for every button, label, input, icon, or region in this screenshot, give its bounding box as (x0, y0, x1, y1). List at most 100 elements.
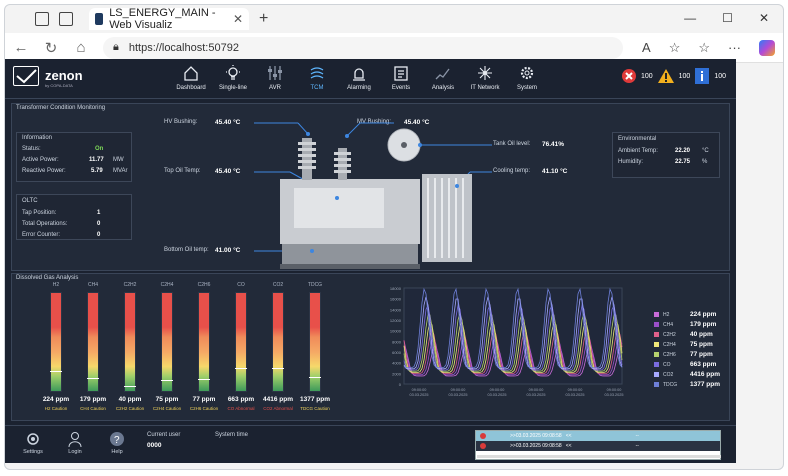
new-tab-button[interactable]: + (259, 10, 268, 28)
alarm-summary: 100 100 100 (621, 68, 726, 84)
legend-label: TDCG (663, 382, 678, 388)
menu-label: IT Network (470, 85, 500, 91)
reload-icon[interactable]: ↻ (43, 39, 59, 57)
gas-status: CO Abnormal (227, 406, 255, 411)
hv-bushing-value: 45.40 °C (215, 119, 241, 126)
alarm-flag: << (565, 433, 572, 439)
legend-value: 77 ppm (690, 351, 713, 358)
legend-swatch (654, 362, 659, 368)
menu-item-events[interactable]: Events (380, 62, 422, 91)
alarm-row[interactable]: >>03.03.2025 09:08:58 << -- (476, 441, 720, 451)
minimize-icon[interactable]: — (684, 11, 696, 25)
legend-item: H2 (654, 312, 669, 318)
settings-button[interactable]: Settings (15, 431, 51, 455)
ambient-temp-label: Ambient Temp: (618, 148, 658, 154)
legend-swatch (654, 342, 659, 348)
more-icon[interactable]: ··· (728, 40, 741, 55)
home-icon[interactable]: ⌂ (73, 39, 89, 56)
x-tick-label: 09:00:00 (568, 388, 583, 392)
gas-name: CO2 (272, 282, 284, 288)
menu-item-single-line[interactable]: Single-line (212, 62, 254, 91)
legend-value: 40 ppm (690, 331, 713, 338)
top-oil-label: Top Oil Temp: (164, 168, 201, 174)
menu-item-tcm[interactable]: TCM (296, 62, 338, 91)
menu-label: TCM (310, 85, 324, 91)
browser-tab[interactable]: LS_ENERGY_MAIN - Web Visualiz ✕ (89, 7, 249, 31)
legend-swatch (654, 312, 659, 318)
legend-label: CO2 (663, 372, 674, 378)
login-label: Login (68, 449, 82, 455)
gear-icon (520, 66, 534, 80)
menu-item-analysis[interactable]: Analysis (422, 62, 464, 91)
legend-label: H2 (663, 312, 670, 318)
alarm-flag: << (565, 443, 572, 449)
menu-item-avr[interactable]: AVR (254, 62, 296, 91)
close-window-icon[interactable]: ✕ (759, 11, 769, 25)
humidity-label: Humidity: (618, 159, 644, 165)
menu-item-it-network[interactable]: IT Network (464, 62, 506, 91)
y-tick-label: 0 (399, 382, 402, 387)
app-header: zenon by COPA-DATA Dashboard Single-line A… (5, 59, 736, 99)
read-aloud-icon[interactable]: A (642, 40, 651, 55)
gas-value: 75 ppm (155, 396, 179, 403)
gas-level-marker (161, 380, 173, 381)
tcm-title: Transformer Condition Monitoring (16, 105, 106, 111)
total-operations-value: 0 (97, 221, 101, 227)
menu-item-alarming[interactable]: Alarming (338, 62, 380, 91)
current-user-value: 0000 (147, 442, 162, 449)
transformer-diagram (254, 122, 492, 269)
error-icon[interactable] (621, 69, 636, 83)
tab-title: LS_ENERGY_MAIN - Web Visualiz (109, 7, 216, 31)
analysis-icon (435, 68, 450, 80)
legend-item: C2H6 (654, 352, 676, 358)
tap-position-label: Tap Position: (22, 210, 57, 216)
gas-value: 40 ppm (118, 396, 142, 403)
gas-name: C2H6 (197, 282, 211, 288)
gas-level-bar (235, 292, 247, 392)
url-field[interactable]: 🔒︎ https://localhost:50792 (103, 36, 623, 59)
menu-label: System (516, 85, 537, 91)
current-user-label: Current user (147, 432, 181, 438)
transformer-icon (310, 67, 324, 79)
gas-name: TDCG (307, 282, 323, 288)
warning-icon[interactable] (657, 69, 674, 83)
y-tick-label: 6000 (392, 350, 402, 355)
information-title: Information (22, 135, 53, 141)
copilot-icon[interactable] (759, 39, 775, 56)
favicon-icon (95, 13, 104, 25)
close-tab-icon[interactable]: ✕ (233, 12, 243, 26)
settings-label: Settings (23, 449, 43, 455)
menu-item-system[interactable]: System (506, 62, 548, 91)
tcm-panel: Transformer Condition Monitoring Informa… (11, 103, 730, 271)
y-tick-label: 4000 (392, 361, 402, 366)
cooling-temp-value: 41.10 °C (542, 168, 568, 175)
humidity-value: 22.75 (675, 159, 691, 165)
login-button[interactable]: Login (57, 431, 93, 455)
favorites-bar-icon[interactable]: ☆ (698, 40, 710, 56)
gas-level-bar (124, 292, 136, 392)
info-count: 100 (714, 72, 726, 80)
network-icon (478, 66, 492, 80)
favorite-icon[interactable]: ☆ (669, 40, 681, 56)
back-icon[interactable]: ← (13, 39, 29, 56)
status-value: On (95, 146, 104, 152)
menu-item-dashboard[interactable]: Dashboard (170, 62, 212, 91)
legend-item: C2H2 (654, 332, 676, 338)
legend-swatch (654, 352, 659, 358)
legend-swatch (654, 372, 659, 378)
gas-status: CH4 Caution (80, 406, 106, 411)
active-power-unit: MW (113, 157, 124, 163)
top-oil-value: 45.40 °C (215, 168, 241, 175)
tab-actions-icon[interactable] (59, 12, 73, 26)
hv-bushing-label: HV Bushing: (164, 119, 198, 125)
alarm-time: >>03.03.2025 09:08:58 (510, 443, 562, 449)
help-button[interactable]: ? Help (99, 431, 135, 455)
gas-status: C2H4 Caution (152, 406, 182, 411)
alarm-dot-icon (480, 443, 486, 449)
maximize-icon[interactable]: ☐ (722, 11, 733, 25)
alarm-list-scrollbar[interactable] (477, 455, 721, 458)
info-icon[interactable] (695, 68, 710, 84)
alarm-row[interactable]: >>03.03.2025 09:08:58 << -- (476, 431, 720, 441)
x-tick-label: 09:00:00 (490, 388, 505, 392)
workspaces-icon[interactable] (35, 12, 49, 26)
